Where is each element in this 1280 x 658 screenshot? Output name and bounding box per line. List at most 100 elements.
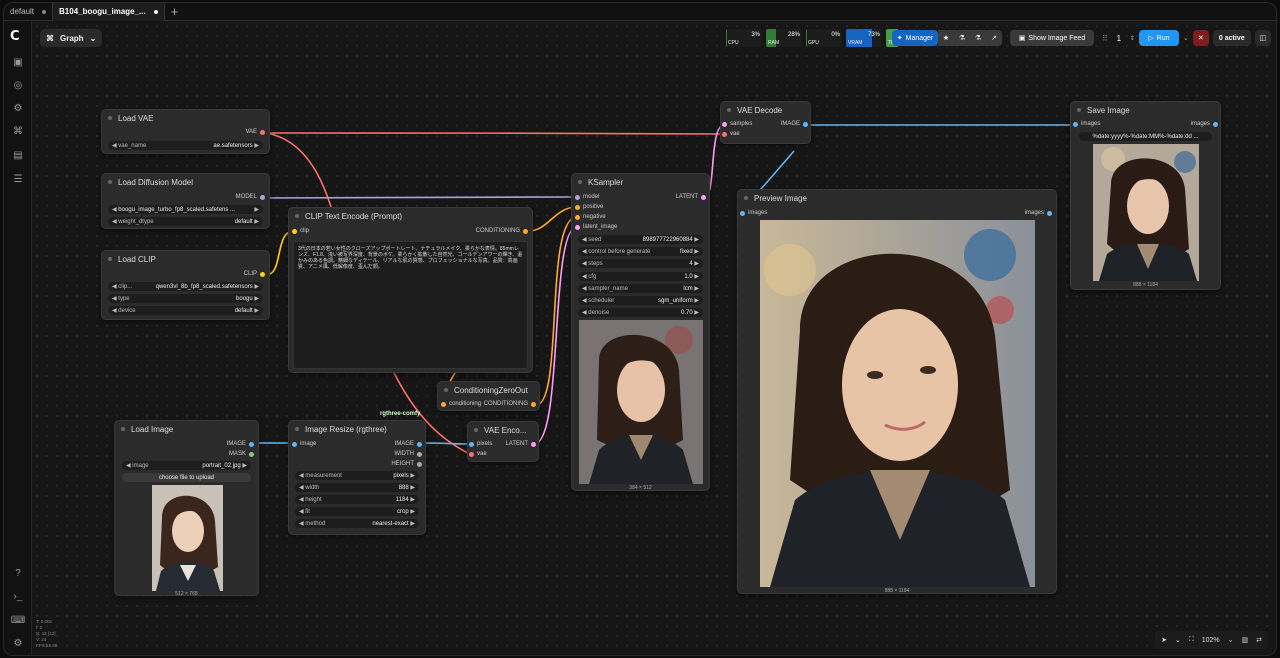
node-clip-text-encode[interactable]: CLIP Text Encode (Prompt) clip CONDITION… [288,207,533,373]
comfy-logo-icon[interactable]: C [10,29,28,44]
collapse-dot-icon[interactable] [108,180,112,184]
graph-mode-button[interactable]: ⌘ Graph ⌄ [40,29,103,47]
new-tab-button[interactable]: + [165,4,185,19]
run-dropdown-icon[interactable]: ⌄ [1183,34,1189,42]
widget-vae-name[interactable]: ◀ vae_name ae.safetensors ▶ [108,141,263,150]
manager-button[interactable]: ✦ Manager [892,30,938,46]
widget-unet-name[interactable]: ◀ boogu_image_turbo_fp8_scaled.safetens … [108,205,263,214]
workflows-icon[interactable]: ⌘ [10,124,26,138]
node-preview-image[interactable]: Preview Image images images 888 × 1184 [737,189,1057,594]
node-load-clip[interactable]: Load CLIP CLIP ◀ clip... qwen3vl_8b_fp8_s… [101,250,270,320]
input-images[interactable]: images [740,210,767,216]
widget-scheduler[interactable]: ◀ scheduler sgm_uniform ▶ [578,296,703,305]
collapse-dot-icon[interactable] [121,427,125,431]
node-load-image[interactable]: Load Image IMAGE MASK ◀ image portrait_02… [114,420,259,597]
widget-image-select[interactable]: ◀ image portrait_02.jpg ▶ [122,461,251,470]
upload-button[interactable]: choose file to upload [122,473,251,482]
zoom-level[interactable]: 102% [1202,637,1220,644]
node-conditioning-zero-out[interactable]: ConditioningZeroOut conditioning CONDITI… [437,381,540,411]
drag-handle-icon[interactable]: ⠿ [1102,34,1108,43]
input-positive[interactable]: positive [575,204,603,210]
output-mask[interactable]: MASK [229,451,254,457]
collapse-dot-icon[interactable] [744,196,748,200]
select-tool-icon[interactable]: ➤ [1161,636,1167,644]
input-image[interactable]: image [292,441,316,447]
node-image-resize[interactable]: Image Resize (rgthree) image IMAGE WIDTH… [288,420,426,535]
node-load-vae[interactable]: Load VAE VAE ◀ vae_name ae.safetensors ▶ [101,109,270,154]
collapse-dot-icon[interactable] [578,180,582,184]
widget-clip-name[interactable]: ◀ clip... qwen3vl_8b_fp8_scaled.safetenso… [108,282,263,291]
input-pixels[interactable]: pixels [469,441,492,447]
output-latent[interactable]: LATENT [675,194,706,200]
input-vae[interactable]: vae [469,451,487,457]
widget-denoise[interactable]: ◀ denoise 0.70 ▶ [578,308,703,318]
output-vae[interactable]: VAE [245,129,265,135]
fit-view-icon[interactable]: ⛶ [1189,636,1194,644]
output-images[interactable]: images [1025,210,1052,216]
collapse-dot-icon[interactable] [474,428,478,432]
chevron-down-icon[interactable]: ⌄ [1175,636,1181,644]
input-clip[interactable]: clip [292,228,309,234]
terminal-icon[interactable]: ›_ [10,589,26,603]
prompt-textarea[interactable]: 3代の日本の若い女性のクローズアップポートレート、ナチュラルメイク、柔らかな表情… [293,241,528,369]
input-vae[interactable]: vae [722,131,740,137]
filename-prefix-field[interactable]: %date:yyyy%-%date:MM%-%date:dd ... [1079,132,1212,141]
star-icon[interactable]: ★ [938,30,954,46]
collapse-dot-icon[interactable] [1077,108,1081,112]
node-library-icon[interactable]: ⚙ [10,101,26,115]
shortcuts-icon[interactable]: ⌨ [10,613,26,627]
widget-weight-dtype[interactable]: ◀ weight_dtype default ▶ [108,217,263,226]
collapse-dot-icon[interactable] [108,116,112,120]
run-button[interactable]: ▷ Run [1138,30,1179,46]
templates-icon[interactable]: ▤ [10,148,26,162]
widget-seed[interactable]: ◀ seed 898977722960884 ▶ [578,235,703,244]
input-conditioning[interactable]: conditioning [441,401,481,407]
collapse-dot-icon[interactable] [295,214,299,218]
output-conditioning[interactable]: CONDITIONING [476,228,528,234]
tab-workflow[interactable]: B104_boogu_image_... [52,3,165,21]
output-image[interactable]: IMAGE [781,121,808,127]
node-ksampler[interactable]: KSampler model positive negative latent_… [571,173,710,491]
output-width[interactable]: WIDTH [394,451,422,457]
link-visibility-icon[interactable]: ⇄ [1256,636,1262,644]
input-model[interactable]: model [575,194,599,200]
chevron-down-icon[interactable]: ⌄ [1228,636,1234,644]
help-icon[interactable]: ? [10,566,26,580]
image-feed-toggle[interactable]: ▣ Show Image Feed [1010,29,1094,47]
queue-icon[interactable]: ☰ [10,172,26,186]
images-icon[interactable]: ▣ [10,55,26,69]
widget-measurement[interactable]: ◀ measurement pixels ▶ [295,471,419,480]
input-samples[interactable]: samples [722,121,752,127]
share-icon[interactable]: ↗ [986,30,1002,46]
output-latent[interactable]: LATENT [505,441,536,447]
models-icon[interactable]: ◎ [10,78,26,92]
input-negative[interactable]: negative [575,214,606,220]
output-conditioning[interactable]: CONDITIONING [484,401,536,407]
collapse-dot-icon[interactable] [295,427,299,431]
queue-count[interactable]: 1 [1112,34,1126,43]
collapse-dot-icon[interactable] [444,388,448,392]
stepper-icon[interactable]: ⇕ [1130,35,1135,42]
collapse-dot-icon[interactable] [727,108,731,112]
node-load-diffusion-model[interactable]: Load Diffusion Model MODEL ◀ boogu_image… [101,173,270,229]
flask-icon[interactable]: ⚗ [954,30,970,46]
panel-toggle-icon[interactable]: ◫ [1254,30,1271,46]
output-model[interactable]: MODEL [236,194,265,200]
tab-default[interactable]: default [4,3,52,21]
node-save-image[interactable]: Save Image images images %date:yyyy%-%da… [1070,101,1221,290]
widget-steps[interactable]: ◀ steps 4 ▶ [578,259,703,269]
widget-cfg[interactable]: ◀ cfg 1.0 ▶ [578,271,703,281]
output-image[interactable]: IMAGE [227,441,254,447]
output-height[interactable]: HEIGHT [391,461,422,467]
widget-height[interactable]: ◀ height 1184 ▶ [295,495,419,504]
cancel-icon[interactable]: ✕ [1192,30,1209,46]
widget-sampler_name[interactable]: ◀ sampler_name lcm ▶ [578,283,703,293]
output-clip[interactable]: CLIP [244,271,265,277]
widget-width[interactable]: ◀ width 888 ▶ [295,483,419,492]
node-vae-decode[interactable]: VAE Decode samples vae IMAGE [720,101,811,144]
output-images[interactable]: images [1191,121,1218,127]
flask-icon-2[interactable]: ⚗ [970,30,986,46]
active-jobs[interactable]: 0 active [1212,30,1251,46]
widget-device[interactable]: ◀ device default ▶ [108,306,263,315]
widget-method[interactable]: ◀ method nearest-exact ▶ [295,519,419,528]
